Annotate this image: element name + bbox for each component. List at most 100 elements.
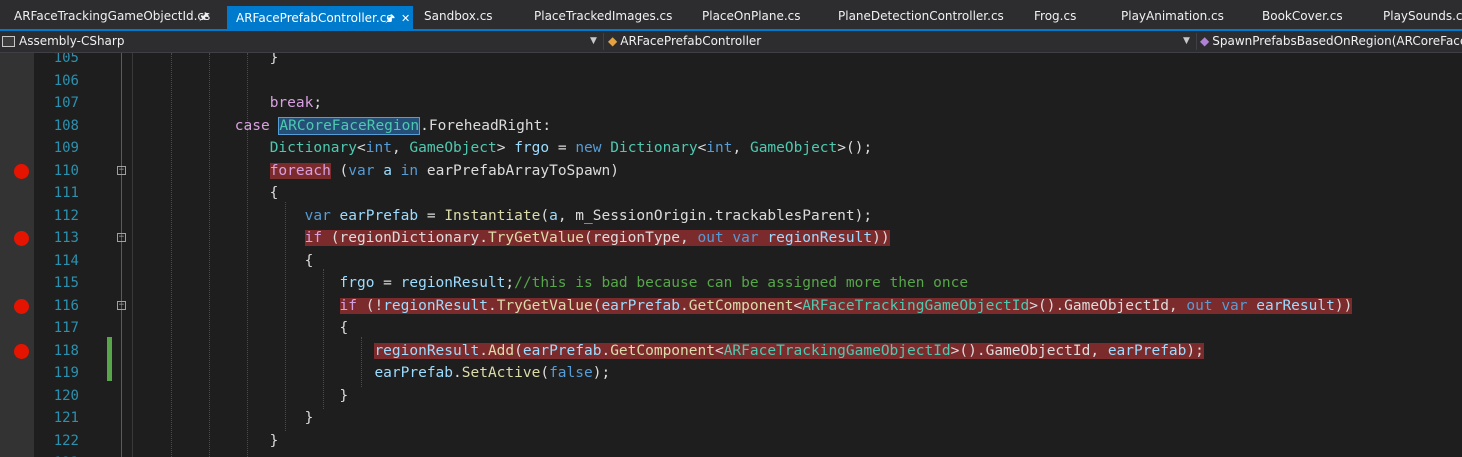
tab-planedetectioncontroller[interactable]: PlaneDetectionController.cs (824, 4, 1004, 29)
tab-placetrackedimages[interactable]: PlaceTrackedImages.cs (520, 4, 672, 29)
line-number: 107 (53, 95, 79, 111)
line-number: 122 (53, 432, 79, 449)
tab-label: PlaySounds.cs (1383, 9, 1462, 23)
chevron-down-icon[interactable]: ▼ (590, 31, 597, 52)
line-number: 111 (53, 185, 79, 201)
code-line-106: 106 (0, 70, 1462, 93)
code-line-114: 114 { (0, 250, 1462, 273)
tab-label: Frog.cs (1034, 9, 1077, 23)
line-number: 108 (53, 117, 79, 134)
type-dropdown[interactable]: ◆ ARFacePrefabController (608, 31, 1188, 52)
line-number: 119 (53, 365, 79, 381)
code-line-117: 117 { (0, 317, 1462, 340)
code-line-108: 108 case ARCoreFaceRegion.ForeheadRight: (0, 115, 1462, 138)
tab-placeonplane[interactable]: PlaceOnPlane.cs (688, 4, 801, 29)
breakpoint-icon[interactable] (14, 231, 29, 246)
line-number: 115 (53, 275, 79, 291)
collapse-icon[interactable]: − (117, 165, 126, 175)
line-number: 118 (53, 342, 79, 359)
member-dropdown[interactable]: ◆SpawnPrefabsBasedOnRegion(ARCoreFaceReg (1200, 31, 1462, 52)
tab-label: ARFaceTrackingGameObjectId.cs (14, 9, 211, 23)
code-text[interactable]: } (130, 53, 279, 70)
tab-arfacetrackinggameobjectid[interactable]: ARFaceTrackingGameObjectId.cs 🖈 (0, 4, 234, 29)
code-line-107: 107 break; (0, 92, 1462, 115)
line-number: 117 (53, 320, 79, 336)
navigation-bar: Assembly-CSharp ▼ ◆ ARFacePrefabControlle… (0, 31, 1462, 53)
tab-arfaceprefabcontroller[interactable]: ARFacePrefabController.cs 🖈 ✕ (227, 6, 413, 31)
code-line-115: 115 frgo = regionResult;//this is bad be… (0, 272, 1462, 295)
line-number: 120 (53, 387, 79, 404)
code-line-118: 118 regionResult.Add(earPrefab.GetCompon… (0, 340, 1462, 363)
divider (1196, 33, 1197, 50)
line-number: 113 (53, 230, 79, 246)
code-text[interactable]: { (130, 182, 279, 205)
project-label: Assembly-CSharp (19, 34, 125, 48)
code-line-122: 122 } (0, 430, 1462, 453)
tab-label: ARFacePrefabController.cs (236, 11, 393, 25)
code-line-119: 119 earPrefab.SetActive(false); (0, 362, 1462, 385)
tab-label: PlaceOnPlane.cs (702, 9, 801, 23)
tab-label: Sandbox.cs (424, 9, 493, 23)
breakpoint-icon[interactable] (14, 298, 29, 314)
code-text[interactable]: { (130, 250, 314, 273)
member-label: SpawnPrefabsBasedOnRegion(ARCoreFaceReg (1212, 34, 1462, 48)
line-number: 110 (53, 162, 79, 179)
collapse-icon[interactable]: − (117, 300, 126, 310)
breakpoint-icon[interactable] (14, 163, 29, 179)
code-text[interactable]: earPrefab.SetActive(false); (130, 362, 610, 385)
project-dropdown[interactable]: Assembly-CSharp (2, 31, 598, 52)
divider (603, 33, 604, 50)
tab-label: BookCover.cs (1262, 9, 1343, 23)
code-text[interactable]: frgo = regionResult;//this is bad becaus… (130, 272, 969, 295)
tab-bookcover[interactable]: BookCover.cs (1248, 4, 1343, 29)
code-text[interactable]: foreach (var a in earPrefabArrayToSpawn) (130, 160, 619, 183)
class-icon: ◆ (608, 34, 618, 48)
line-number: 112 (53, 207, 79, 224)
code-line-123: 123 (0, 452, 1462, 457)
tab-frog[interactable]: Frog.cs (1020, 4, 1076, 29)
code-text[interactable]: } (130, 385, 349, 408)
tab-playsounds[interactable]: PlaySounds.cs (1369, 4, 1462, 29)
code-editor[interactable]: 105 } 106 107 break; 108 case ARCoreFace… (0, 53, 1462, 457)
code-text[interactable]: case ARCoreFaceRegion.ForeheadRight: (130, 115, 551, 138)
tab-playanimation[interactable]: PlayAnimation.cs (1107, 4, 1224, 29)
code-text[interactable]: var earPrefab = Instantiate(a, m_Session… (130, 205, 873, 228)
method-icon: ◆ (1200, 34, 1210, 48)
code-text[interactable]: } (130, 430, 279, 453)
code-line-116: 116 − if (!regionResult.TryGetValue(earP… (0, 295, 1462, 318)
close-icon[interactable]: ✕ (401, 6, 410, 31)
tab-label: PlaceTrackedImages.cs (534, 9, 673, 23)
tab-label: PlaneDetectionController.cs (838, 9, 1004, 23)
line-number: 109 (53, 140, 79, 156)
document-tab-strip: ARFaceTrackingGameObjectId.cs 🖈 ARFacePr… (0, 0, 1462, 31)
line-number: 114 (53, 252, 79, 269)
code-text[interactable]: if (regionDictionary.TryGetValue(regionT… (130, 227, 890, 250)
project-icon (2, 36, 15, 47)
code-line-111: 111 { (0, 182, 1462, 205)
line-number: 123 (34, 452, 79, 457)
line-number: 106 (53, 72, 79, 89)
pin-icon[interactable]: 🖈 (199, 4, 209, 29)
code-line-113: 113 − if (regionDictionary.TryGetValue(r… (0, 227, 1462, 250)
line-number: 116 (53, 297, 79, 314)
code-text[interactable]: Dictionary<int, GameObject> frgo = new D… (130, 137, 873, 160)
code-text[interactable]: regionResult.Add(earPrefab.GetComponent<… (130, 340, 1204, 363)
line-number: 121 (53, 410, 79, 426)
code-line-120: 120 } (0, 385, 1462, 408)
collapse-icon[interactable]: − (117, 233, 126, 242)
breakpoint-icon[interactable] (14, 343, 29, 359)
code-text[interactable]: { (130, 317, 349, 340)
code-line-112: 112 var earPrefab = Instantiate(a, m_Ses… (0, 205, 1462, 228)
tab-sandbox[interactable]: Sandbox.cs (410, 4, 493, 29)
chevron-down-icon[interactable]: ▼ (1183, 31, 1190, 52)
line-number: 105 (53, 53, 79, 66)
code-text[interactable]: if (!regionResult.TryGetValue(earPrefab.… (130, 295, 1353, 318)
type-label: ARFacePrefabController (620, 34, 762, 48)
code-line-121: 121 } (0, 407, 1462, 430)
tab-label: PlayAnimation.cs (1121, 9, 1224, 23)
code-line-109: 109 Dictionary<int, GameObject> frgo = n… (0, 137, 1462, 160)
pin-icon[interactable]: 🖈 (385, 6, 395, 31)
code-text[interactable]: } (130, 407, 314, 430)
code-line-105: 105 } (0, 53, 1462, 70)
code-text[interactable]: break; (130, 92, 322, 115)
